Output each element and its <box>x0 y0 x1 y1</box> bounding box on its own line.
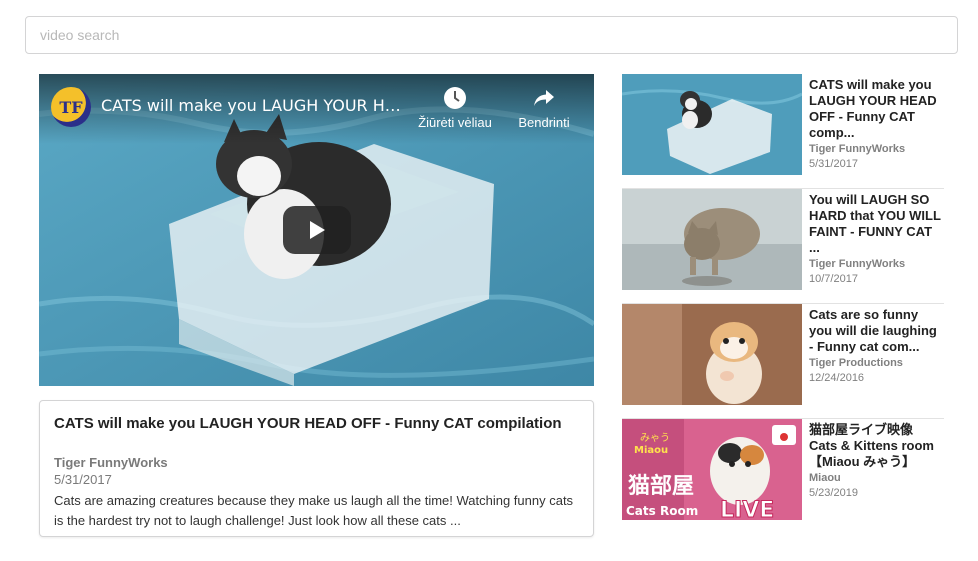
video-thumbnail[interactable] <box>622 189 802 290</box>
related-date: 12/24/2016 <box>809 372 865 384</box>
share-button[interactable]: Bendrinti <box>509 86 579 130</box>
video-title: CATS will make you LAUGH YOUR HEAD OFF -… <box>54 415 562 432</box>
related-date: 5/23/2019 <box>809 487 858 499</box>
video-date: 5/31/2017 <box>54 472 112 487</box>
related-title[interactable]: CATS will make you LAUGH YOUR HEAD OFF -… <box>809 77 944 141</box>
watch-later-label: Žiūrėti vėliau <box>418 115 492 130</box>
video-description: Cats are amazing creatures because they … <box>54 493 574 528</box>
video-details: CATS will make you LAUGH YOUR HEAD OFF -… <box>39 400 594 537</box>
play-button[interactable] <box>283 206 351 254</box>
search-input[interactable] <box>25 16 958 54</box>
play-icon <box>310 221 325 239</box>
related-channel: Tiger FunnyWorks <box>809 143 906 155</box>
video-thumbnail[interactable] <box>622 74 802 175</box>
related-date: 5/31/2017 <box>809 158 858 170</box>
video-channel: Tiger FunnyWorks <box>54 455 168 470</box>
thumb-text: Cats Room <box>626 504 698 518</box>
player-title[interactable]: CATS will make you LAUGH YOUR HEAD OFF -… <box>101 96 401 115</box>
thumb-text: みゃう <box>640 432 670 444</box>
related-title[interactable]: 猫部屋ライブ映像 Cats & Kittens room【Miaou みゃう】 <box>809 422 944 470</box>
related-video-item[interactable]: CATS will make you LAUGH YOUR HEAD OFF -… <box>622 74 944 189</box>
related-title[interactable]: You will LAUGH SO HARD that YOU WILL FAI… <box>809 192 944 256</box>
clock-icon <box>444 87 466 109</box>
share-icon <box>534 90 554 106</box>
related-videos: CATS will make you LAUGH YOUR HEAD OFF -… <box>622 74 944 534</box>
channel-logo[interactable]: TF <box>51 87 91 127</box>
video-player[interactable]: TF CATS will make you LAUGH YOUR HEAD OF… <box>39 74 594 386</box>
related-title[interactable]: Cats are so funny you will die laughing … <box>809 307 944 355</box>
related-video-item[interactable]: みゃう Miaou 猫部屋 Cats Room LIVE 猫部屋ライブ映像 Ca… <box>622 419 944 534</box>
thumb-text: 猫部屋 <box>628 473 694 499</box>
related-channel: Tiger Productions <box>809 357 903 369</box>
video-thumbnail[interactable]: みゃう Miaou 猫部屋 Cats Room LIVE <box>622 419 802 520</box>
video-thumbnail[interactable] <box>622 304 802 405</box>
related-video-item[interactable]: You will LAUGH SO HARD that YOU WILL FAI… <box>622 189 944 304</box>
related-video-item[interactable]: Cats are so funny you will die laughing … <box>622 304 944 419</box>
thumb-text: Miaou <box>634 445 668 456</box>
thumb-text: LIVE <box>720 498 774 520</box>
share-label: Bendrinti <box>518 115 570 130</box>
related-channel: Tiger FunnyWorks <box>809 258 906 270</box>
related-date: 10/7/2017 <box>809 273 858 285</box>
related-channel: Miaou <box>809 472 841 484</box>
watch-later-button[interactable]: Žiūrėti vėliau <box>411 86 499 130</box>
